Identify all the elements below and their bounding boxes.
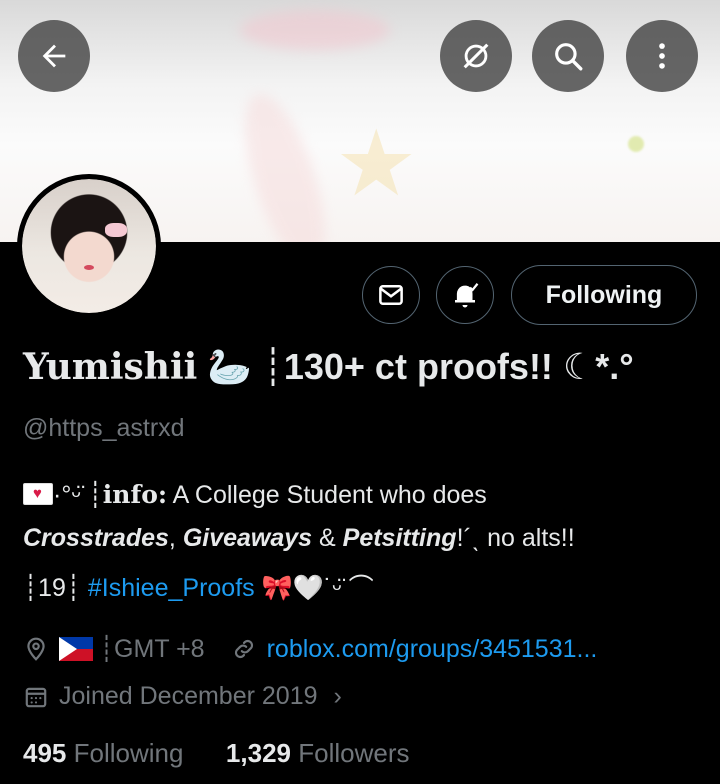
bio-petsitting: Petsitting <box>342 524 457 552</box>
back-button[interactable] <box>18 20 90 92</box>
grok-icon <box>463 43 489 69</box>
joined-date: Joined December 2019 <box>59 682 318 710</box>
swan-emoji: 🦢 <box>207 346 253 387</box>
following-button[interactable]: Following <box>511 265 697 325</box>
bell-check-icon <box>455 283 479 308</box>
grok-button[interactable] <box>440 20 512 92</box>
followers-stat[interactable]: 1,329 Followers <box>226 738 410 768</box>
bio-text: A College Student who does <box>167 481 487 509</box>
following-stat[interactable]: 495 Following <box>23 738 183 768</box>
hashtag-link[interactable]: #Ishiee_Proofs <box>88 574 255 602</box>
notifications-button[interactable] <box>436 266 494 324</box>
bio-line-2: Crosstrades, Giveaways & Petsitting!´ˎ n… <box>23 524 703 553</box>
star-decoration: ★ <box>335 113 418 215</box>
bio-line-1: ·°ᵕ̈ ┊info: A College Student who does <box>23 480 703 510</box>
bio-line-3: ┊19┊ #Ishiee_Proofs 🎀🤍˙ᵕ̈ ⌒ <box>23 568 703 604</box>
avatar-detail <box>84 265 94 270</box>
bio-separator: , <box>168 524 183 552</box>
display-name-text: Yumishii <box>23 346 198 388</box>
bio-age: ┊19┊ <box>23 574 81 602</box>
bio-info-label: info: <box>102 480 168 509</box>
bio-giveaways: Giveaways <box>182 524 313 552</box>
envelope-icon <box>379 285 403 305</box>
joined-row[interactable]: Joined December 2019 › <box>23 682 342 711</box>
profile-meta-row: ┊GMT +8 roblox.com/groups/3451531... <box>23 634 597 664</box>
banner-decoration <box>228 85 342 242</box>
hair-bow <box>105 223 127 237</box>
calendar-icon <box>25 687 47 707</box>
message-button[interactable] <box>362 266 420 324</box>
banner-decoration <box>240 10 390 50</box>
avatar-image <box>22 179 156 313</box>
display-name: Yumishii 🦢 ┊130+ ct proofs!! ☾*.° <box>23 346 634 388</box>
love-letter-emoji <box>23 483 53 505</box>
banner-decoration <box>628 136 644 152</box>
username: @https_astrxd <box>23 414 185 442</box>
profile-website-link[interactable]: roblox.com/groups/3451531... <box>267 635 598 664</box>
location-text: ┊GMT +8 <box>99 635 205 663</box>
bio-decoration: 🎀🤍˙ᵕ̈ ⌒ <box>254 574 374 602</box>
bio-decoration: ·°ᵕ̈ ┊ <box>53 481 103 509</box>
more-button[interactable] <box>626 20 698 92</box>
bio-text: !´ˎ no alts!! <box>456 524 575 552</box>
search-button[interactable] <box>532 20 604 92</box>
display-name-tail: ☾*.° <box>562 346 634 387</box>
chevron-right-icon: › <box>333 682 342 710</box>
philippines-flag-emoji <box>59 637 93 661</box>
bio-separator: & <box>312 524 343 552</box>
more-vertical-icon <box>659 43 665 69</box>
search-icon <box>555 43 583 71</box>
follow-stats: 495 Following 1,329 Followers <box>23 738 409 769</box>
arrow-left-icon <box>42 44 66 68</box>
avatar[interactable] <box>17 174 161 318</box>
link-icon <box>234 639 253 659</box>
bio-crosstrades: Crosstrades <box>23 524 169 552</box>
location-pin-icon <box>27 637 45 661</box>
display-name-suffix: ┊130+ ct proofs!! <box>262 346 553 387</box>
